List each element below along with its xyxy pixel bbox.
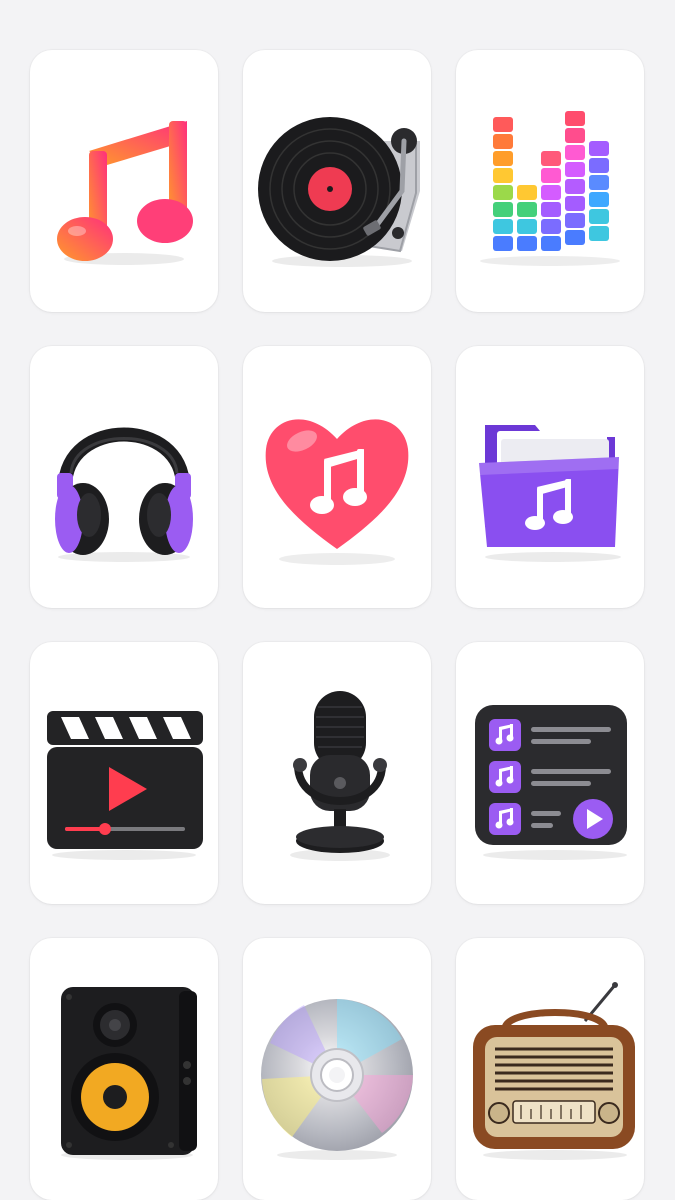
speaker-icon bbox=[61, 987, 197, 1160]
heart-music-icon bbox=[265, 419, 409, 565]
microphone-icon bbox=[290, 691, 390, 861]
retro-radio-icon bbox=[473, 982, 635, 1160]
music-note-icon bbox=[57, 121, 193, 265]
equalizer-bars-icon bbox=[480, 111, 620, 266]
icon-card-playlist[interactable] bbox=[456, 642, 644, 904]
playlist-icon bbox=[475, 705, 627, 860]
icon-card-music-note[interactable] bbox=[30, 50, 218, 312]
icon-grid bbox=[30, 50, 644, 1200]
music-folder-icon bbox=[479, 425, 621, 562]
turntable-icon bbox=[258, 117, 420, 267]
headphones-icon bbox=[55, 427, 193, 562]
cd-disc-icon bbox=[261, 999, 413, 1160]
icon-card-cd[interactable] bbox=[243, 938, 431, 1200]
icon-card-headphones[interactable] bbox=[30, 346, 218, 608]
icon-card-equalizer[interactable] bbox=[456, 50, 644, 312]
icon-card-speaker[interactable] bbox=[30, 938, 218, 1200]
icon-card-video[interactable] bbox=[30, 642, 218, 904]
icon-card-music-folder[interactable] bbox=[456, 346, 644, 608]
video-clapperboard-icon bbox=[47, 711, 203, 860]
icon-card-heart-music[interactable] bbox=[243, 346, 431, 608]
icon-card-radio[interactable] bbox=[456, 938, 644, 1200]
icon-card-turntable[interactable] bbox=[243, 50, 431, 312]
icon-card-microphone[interactable] bbox=[243, 642, 431, 904]
